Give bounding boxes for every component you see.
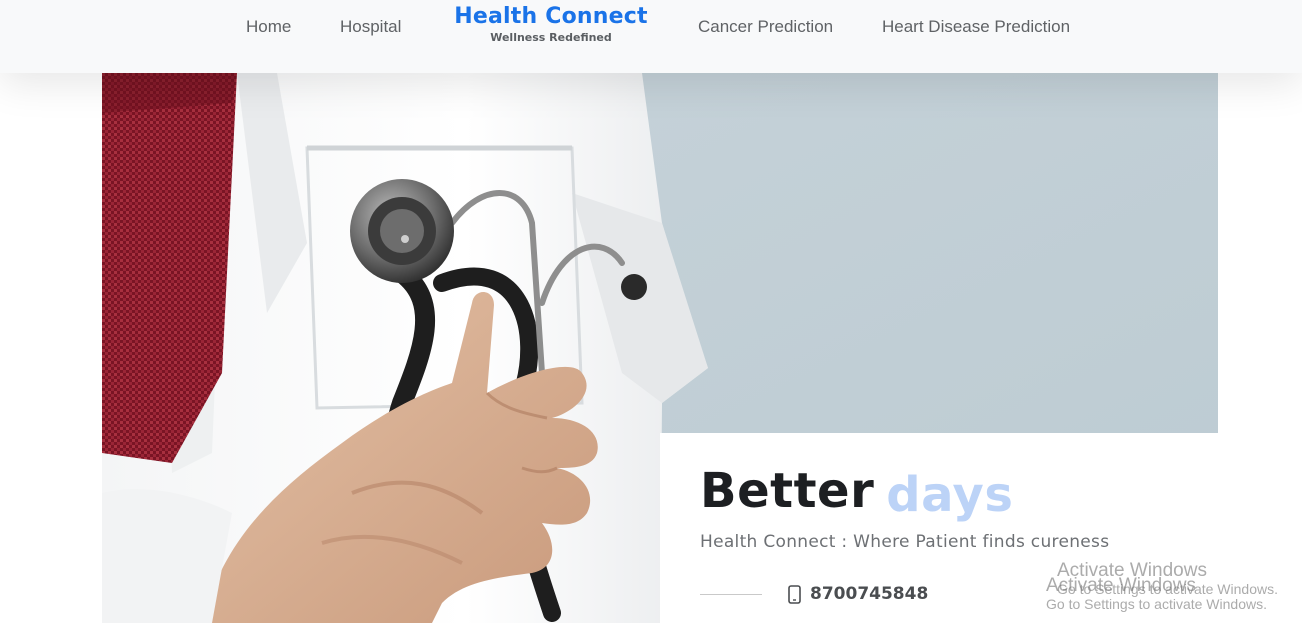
nav-link-home[interactable]: Home	[246, 16, 291, 38]
nav-link-hospital[interactable]: Hospital	[340, 16, 401, 38]
mobile-phone-icon	[788, 584, 801, 604]
navbar: Home Hospital Health Connect Wellness Re…	[0, 0, 1302, 73]
hero-title-days: days	[886, 467, 1014, 523]
hero-divider-line	[700, 594, 762, 595]
hero-title-better: Better	[700, 463, 875, 519]
brand-title: Health Connect	[454, 4, 648, 29]
brand-subtitle: Wellness Redefined	[490, 31, 612, 44]
brand-logo[interactable]: Health Connect Wellness Redefined	[442, 2, 660, 44]
hero-title: Better days	[700, 463, 1013, 523]
nav-link-heart-disease-prediction[interactable]: Heart Disease Prediction	[882, 16, 1070, 38]
page: Home Hospital Health Connect Wellness Re…	[0, 0, 1302, 623]
hero-subtitle: Health Connect : Where Patient finds cur…	[700, 532, 1110, 552]
nav-link-cancer-prediction[interactable]: Cancer Prediction	[698, 16, 833, 38]
hero-info-card: Better days Health Connect : Where Patien…	[660, 433, 1302, 623]
phone-contact-link[interactable]: 8700745848	[788, 582, 928, 606]
phone-number: 8700745848	[810, 584, 929, 604]
